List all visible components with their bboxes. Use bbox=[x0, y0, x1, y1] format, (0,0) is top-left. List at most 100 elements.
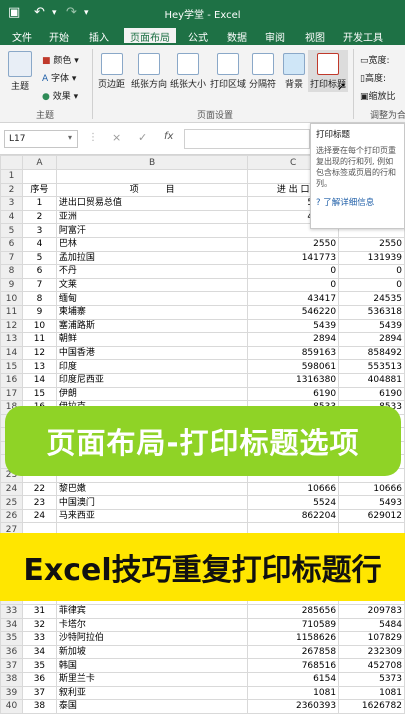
row-header[interactable]: 37 bbox=[0, 658, 23, 673]
cell-amount[interactable]: 859163 bbox=[247, 345, 340, 361]
margins-button[interactable]: 页边距 bbox=[98, 53, 125, 90]
cell-seq[interactable]: 6 bbox=[21, 264, 57, 279]
tab-page-layout[interactable]: 页面布局 bbox=[124, 28, 176, 45]
row-header[interactable]: 11 bbox=[0, 304, 23, 320]
tab-insert[interactable]: 插入 bbox=[89, 29, 109, 44]
cell-seq[interactable]: 31 bbox=[21, 604, 57, 619]
row-header[interactable]: 8 bbox=[0, 264, 23, 279]
row-header[interactable]: 40 bbox=[0, 699, 23, 714]
row-header[interactable]: 2 bbox=[0, 182, 23, 198]
row-header[interactable]: 9 bbox=[0, 277, 23, 293]
cell-value[interactable]: 1626782 bbox=[338, 699, 405, 714]
learn-more-link[interactable]: ? 了解详细信息 bbox=[316, 196, 399, 208]
cell-value[interactable]: 24535 bbox=[338, 291, 405, 306]
row-header[interactable]: 3 bbox=[0, 196, 23, 211]
cell-amount[interactable]: 2360393 bbox=[247, 699, 340, 714]
cell-amount[interactable]: 598061 bbox=[247, 359, 340, 374]
cell-amount[interactable]: 6154 bbox=[247, 671, 340, 687]
cell-seq[interactable]: 13 bbox=[21, 359, 57, 374]
tab-developer[interactable]: 开发工具 bbox=[343, 29, 383, 44]
name-box[interactable]: L17 bbox=[4, 130, 78, 148]
cell[interactable] bbox=[55, 169, 249, 184]
cell-item[interactable]: 伊朗 bbox=[55, 386, 249, 402]
tab-view[interactable]: 视图 bbox=[305, 29, 325, 44]
cell-amount[interactable]: 546220 bbox=[247, 304, 340, 320]
print-area-button[interactable]: 打印区域 bbox=[210, 53, 246, 90]
header-cell-seq[interactable]: 序号 bbox=[21, 182, 57, 198]
cell-item[interactable]: 进出口贸易总值 bbox=[55, 196, 249, 211]
scale-field[interactable]: ▣缩放比 bbox=[360, 89, 396, 102]
width-field[interactable]: ▭宽度: bbox=[360, 53, 390, 66]
row-header[interactable]: 6 bbox=[0, 236, 23, 252]
tab-file[interactable]: 文件 bbox=[12, 29, 32, 44]
background-button[interactable]: 背景 bbox=[283, 53, 305, 90]
cell-amount[interactable]: 1316380 bbox=[247, 372, 340, 388]
cell-seq[interactable]: 23 bbox=[21, 495, 57, 510]
cell-seq[interactable]: 14 bbox=[21, 372, 57, 388]
cell-seq[interactable]: 8 bbox=[21, 291, 57, 306]
cell-seq[interactable]: 38 bbox=[21, 699, 57, 714]
cell-item[interactable]: 亚洲 bbox=[55, 209, 249, 225]
select-all-corner[interactable] bbox=[0, 155, 23, 170]
cell-value[interactable]: 536318 bbox=[338, 304, 405, 320]
cell-seq[interactable]: 11 bbox=[21, 332, 57, 347]
cell-item[interactable]: 叙利亚 bbox=[55, 685, 249, 701]
orientation-button[interactable]: 纸张方向 bbox=[131, 53, 167, 90]
cancel-icon[interactable]: × bbox=[112, 131, 121, 144]
cell-item[interactable]: 巴林 bbox=[55, 236, 249, 252]
cell-value[interactable]: 0 bbox=[338, 277, 405, 293]
cell-item[interactable]: 孟加拉国 bbox=[55, 250, 249, 266]
row-header[interactable]: 1 bbox=[0, 169, 23, 184]
cell-amount[interactable]: 710589 bbox=[247, 617, 340, 633]
cell-value[interactable]: 131939 bbox=[338, 250, 405, 266]
cell-amount[interactable]: 2894 bbox=[247, 332, 340, 347]
cell-item[interactable]: 菲律宾 bbox=[55, 604, 249, 619]
cell-item[interactable]: 沙特阿拉伯 bbox=[55, 631, 249, 646]
cell-item[interactable]: 马来西亚 bbox=[55, 508, 249, 524]
cell-item[interactable]: 斯里兰卡 bbox=[55, 671, 249, 687]
cell-value[interactable]: 858492 bbox=[338, 345, 405, 361]
cell-value[interactable]: 2550 bbox=[338, 236, 405, 252]
cell-amount[interactable]: 0 bbox=[247, 277, 340, 293]
breaks-button[interactable]: 分隔符 bbox=[249, 53, 276, 90]
cell-item[interactable]: 文莱 bbox=[55, 277, 249, 293]
cell-value[interactable]: 5373 bbox=[338, 671, 405, 687]
cell-seq[interactable]: 7 bbox=[21, 277, 57, 293]
cell-value[interactable]: 553513 bbox=[338, 359, 405, 374]
cell-value[interactable]: 10666 bbox=[338, 481, 405, 497]
cell-amount[interactable]: 2550 bbox=[247, 236, 340, 252]
cell-item[interactable]: 印度尼西亚 bbox=[55, 372, 249, 388]
row-header[interactable]: 36 bbox=[0, 644, 23, 660]
cell-seq[interactable]: 3 bbox=[21, 223, 57, 238]
fonts-button[interactable]: A 字体 ▾ bbox=[42, 71, 76, 84]
tab-formulas[interactable]: 公式 bbox=[188, 29, 208, 44]
cell-amount[interactable]: 285656 bbox=[247, 604, 340, 619]
cell-item[interactable]: 柬埔寨 bbox=[55, 304, 249, 320]
name-box-dropdown-icon[interactable]: ▾ bbox=[68, 133, 72, 142]
cell-seq[interactable]: 37 bbox=[21, 685, 57, 701]
cell-item[interactable]: 泰国 bbox=[55, 699, 249, 714]
cell-seq[interactable]: 24 bbox=[21, 508, 57, 524]
cell-amount[interactable]: 141773 bbox=[247, 250, 340, 266]
effects-button[interactable]: ● 效果 ▾ bbox=[42, 89, 78, 102]
column-header-a[interactable]: A bbox=[21, 155, 57, 170]
cell-value[interactable]: 107829 bbox=[338, 631, 405, 646]
row-header[interactable]: 10 bbox=[0, 291, 23, 306]
cell-seq[interactable]: 35 bbox=[21, 658, 57, 673]
size-button[interactable]: 纸张大小 bbox=[170, 53, 206, 90]
cell-item[interactable]: 阿富汗 bbox=[55, 223, 249, 238]
themes-button[interactable]: 主题 bbox=[8, 51, 32, 92]
cell-value[interactable]: 232309 bbox=[338, 644, 405, 660]
row-header[interactable]: 25 bbox=[0, 495, 23, 510]
cell-seq[interactable]: 33 bbox=[21, 631, 57, 646]
cell-value[interactable]: 2894 bbox=[338, 332, 405, 347]
cell-item[interactable]: 塞浦路斯 bbox=[55, 318, 249, 334]
enter-icon[interactable]: ✓ bbox=[138, 131, 147, 144]
cell-seq[interactable]: 9 bbox=[21, 304, 57, 320]
cell-amount[interactable]: 5524 bbox=[247, 495, 340, 510]
row-header[interactable]: 14 bbox=[0, 345, 23, 361]
cell-seq[interactable]: 15 bbox=[21, 386, 57, 402]
cell-seq[interactable]: 32 bbox=[21, 617, 57, 633]
row-header[interactable]: 5 bbox=[0, 223, 23, 238]
cell-value[interactable]: 404881 bbox=[338, 372, 405, 388]
